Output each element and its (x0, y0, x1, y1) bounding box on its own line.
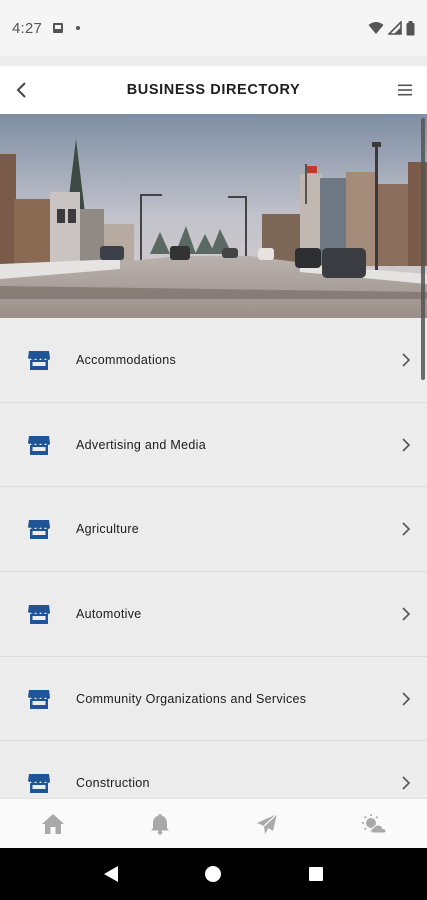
list-item-accommodations[interactable]: Accommodations (0, 318, 427, 403)
back-triangle-icon[interactable] (103, 865, 119, 883)
storefront-icon (28, 774, 50, 794)
chevron-right-icon (402, 692, 411, 706)
nav-tab-send[interactable] (214, 799, 321, 848)
page-title: BUSINESS DIRECTORY (126, 82, 301, 98)
send-icon (256, 813, 278, 834)
chevron-right-icon (402, 776, 411, 790)
back-button[interactable] (10, 78, 34, 102)
status-bar: 4:27 (0, 0, 427, 56)
storefront-icon (28, 520, 50, 540)
nav-tab-notifications[interactable] (107, 799, 214, 848)
recents-square-icon[interactable] (308, 866, 324, 882)
menu-button[interactable] (393, 78, 417, 102)
photo-notification-icon (53, 23, 63, 33)
scrollbar[interactable] (421, 118, 425, 380)
chevron-right-icon (402, 522, 411, 536)
signal-icon (388, 21, 402, 35)
category-list: Accommodations Advertising and Media Agr… (0, 318, 427, 798)
storefront-icon (28, 435, 50, 455)
list-item-automotive[interactable]: Automotive (0, 572, 427, 657)
hamburger-menu-icon (398, 84, 412, 96)
home-circle-icon[interactable] (204, 865, 222, 883)
storefront-icon (28, 689, 50, 709)
list-item-label: Agriculture (76, 522, 140, 537)
list-item-label: Advertising and Media (76, 437, 206, 452)
list-item-label: Community Organizations and Services (76, 691, 307, 706)
home-icon (42, 813, 65, 834)
list-item-advertising-and-media[interactable]: Advertising and Media (0, 403, 427, 488)
wifi-icon (368, 22, 384, 34)
weather-icon (361, 813, 387, 833)
list-item-community-organizations[interactable]: Community Organizations and Services (0, 657, 427, 742)
nav-tab-weather[interactable] (320, 799, 427, 848)
nav-tab-home[interactable] (0, 799, 107, 848)
battery-icon (406, 20, 415, 35)
main-street-photo (0, 114, 427, 318)
dot-icon (76, 26, 80, 30)
chevron-left-icon (16, 82, 26, 98)
chevron-right-icon (402, 353, 411, 367)
app-header: BUSINESS DIRECTORY (0, 66, 427, 114)
storefront-icon (28, 604, 50, 624)
chevron-right-icon (402, 437, 411, 452)
list-item-agriculture[interactable]: Agriculture (0, 487, 427, 573)
system-navigation-bar (0, 848, 427, 900)
list-item-construction[interactable]: Construction (0, 741, 427, 798)
bell-icon (151, 813, 170, 835)
status-time: 4:27 (12, 19, 42, 37)
storefront-icon (28, 350, 50, 370)
list-item-label: Construction (76, 776, 150, 791)
list-item-label: Automotive (76, 606, 142, 621)
bottom-nav (0, 798, 427, 848)
list-item-label: Accommodations (76, 352, 177, 367)
chevron-right-icon (402, 607, 411, 621)
hero-image (0, 114, 427, 318)
